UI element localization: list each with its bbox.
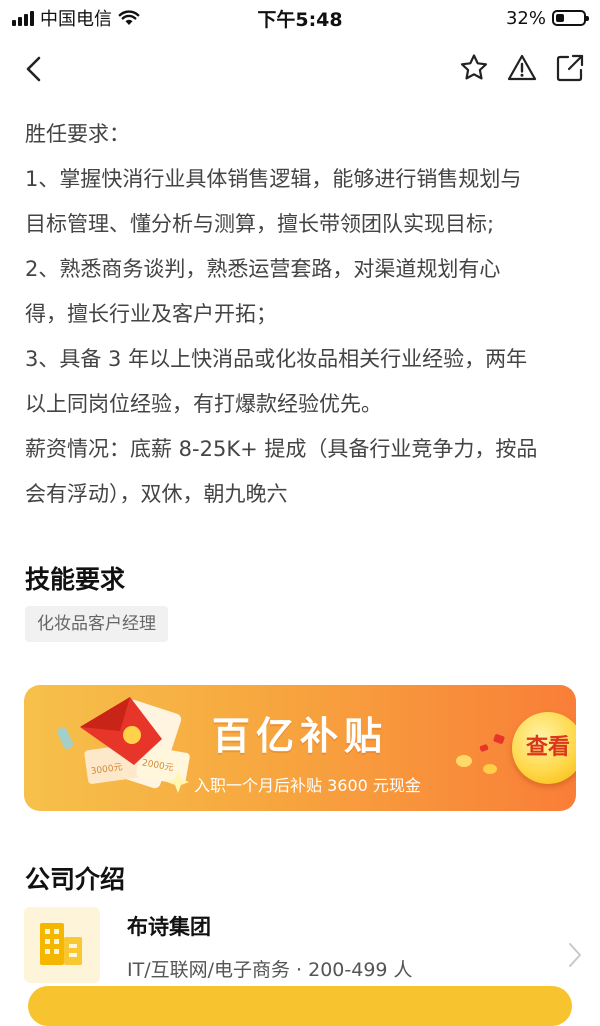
nav-bar <box>0 44 600 94</box>
banner-subtitle: 入职一个月后补贴 3600 元现金 <box>194 776 421 795</box>
company-logo[interactable] <box>24 907 100 983</box>
description-line: 以上同岗位经验，有打爆款经验优先。 <box>25 392 382 416</box>
skills-section-title: 技能要求 <box>25 565 126 594</box>
battery-percent: 32% <box>505 7 546 29</box>
description-line: 薪资情况：底薪 8-25K+ 提成（具备行业竞争力，按品 <box>25 437 538 461</box>
company-info: IT/互联网/电子商务 · 200-499 人 <box>127 959 413 981</box>
description-line: 3、具备 3 年以上快消品或化妆品相关行业经验，两年 <box>25 347 528 371</box>
banner-title: 百亿补贴 <box>212 714 389 758</box>
description-line: 胜任要求： <box>25 122 130 146</box>
star-icon[interactable] <box>458 52 490 84</box>
signal-icon <box>12 10 34 26</box>
view-button[interactable]: 查看 <box>512 712 576 784</box>
building-icon <box>40 923 82 965</box>
skill-tag: 化妆品客户经理 <box>25 606 168 642</box>
description-line: 会有浮动），双休，朝九晚六 <box>25 482 288 506</box>
chevron-right-icon[interactable] <box>568 942 582 972</box>
bottom-action-button[interactable] <box>28 986 572 1026</box>
wifi-icon <box>118 10 140 26</box>
subsidy-banner[interactable]: 3000元 2000元 百亿补贴 入职一个月后补贴 3600 元现金 查看 <box>24 685 576 811</box>
back-icon[interactable] <box>18 52 52 86</box>
coins-icon <box>456 734 505 774</box>
share-icon[interactable] <box>554 52 586 84</box>
company-name[interactable]: 布诗集团 <box>127 911 211 941</box>
description-line: 1、掌握快消行业具体销售逻辑，能够进行销售规划与 <box>25 167 522 191</box>
status-bar: 中国电信 下午5:48 32% <box>0 0 600 36</box>
carrier-label: 中国电信 <box>40 9 112 30</box>
description-line: 目标管理、懂分析与测算，擅长带领团队实现目标; <box>25 212 495 236</box>
warning-icon[interactable] <box>506 52 538 84</box>
red-envelope-icon: 3000元 2000元 <box>56 697 190 793</box>
job-description: 胜任要求： 1、掌握快消行业具体销售逻辑，能够进行销售规划与 目标管理、懂分析与… <box>25 112 585 517</box>
description-line: 得，擅长行业及客户开拓； <box>25 302 277 326</box>
company-section-title: 公司介绍 <box>25 865 126 894</box>
description-line: 2、熟悉商务谈判，熟悉运营套路，对渠道规划有心 <box>25 257 501 281</box>
battery-icon <box>552 10 589 26</box>
